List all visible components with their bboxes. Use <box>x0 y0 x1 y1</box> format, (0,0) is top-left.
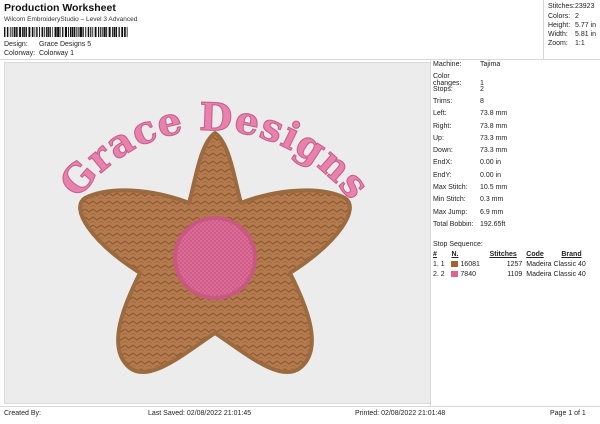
stop-sequence-table: # N. Stitches Code Brand 1. 1 16081 1257… <box>431 250 599 279</box>
divider <box>0 59 600 60</box>
machine-label: EndY: <box>433 171 452 179</box>
divider <box>0 406 600 407</box>
divider <box>430 60 431 406</box>
machine-label: Up: <box>433 134 444 142</box>
machine-label: Max Jump: <box>433 208 468 216</box>
stitch-count: 1109 <box>507 270 523 278</box>
machine-label: Total Bobbin: <box>433 220 474 228</box>
barcode <box>4 27 128 37</box>
color-swatch <box>451 270 459 277</box>
created-by: Created By: <box>4 410 41 417</box>
stat-label: Zoom: <box>548 40 568 47</box>
col-header: # <box>433 251 437 258</box>
machine-row: Max Stitch: 10.5 mm <box>433 184 507 193</box>
machine-value: 10.5 mm <box>480 184 508 191</box>
colorway-value: Colorway 1 <box>38 50 74 57</box>
machine-value: 0.00 in <box>480 159 502 167</box>
stat-width: Width: 5.81 in <box>548 31 596 38</box>
machine-label: Stops: <box>433 85 453 93</box>
machine-value: 0.00 in <box>480 171 502 179</box>
machine-row: Total Bobbin: 192.65ft <box>433 221 505 230</box>
table-header-row: # N. Stitches Code Brand <box>431 250 599 259</box>
machine-row: Down: 73.3 mm <box>433 147 507 156</box>
colorway-label: Colorway: <box>4 50 36 57</box>
stat-label: Width: <box>548 31 568 38</box>
machine-row: EndX: 0.00 in <box>433 159 501 168</box>
machine-row: Min Stitch: 0.3 mm <box>433 196 503 205</box>
design-row: Design: Grace Designs 5 <box>4 41 91 48</box>
divider <box>543 0 544 60</box>
stat-value: 1:1 <box>575 40 585 47</box>
machine-row: Up: 73.3 mm <box>433 135 507 144</box>
thread-color: 16081 <box>449 259 487 269</box>
stat-height: Height: 5.77 in <box>548 22 596 29</box>
design-label: Design: <box>4 41 28 48</box>
machine-value: 8 <box>480 97 484 105</box>
stat-label: Stitches: <box>548 3 575 10</box>
machine-row: EndY: 0.00 in <box>433 172 501 181</box>
table-row: 1. 1 16081 1257 Madeira Classic 40 <box>431 259 599 269</box>
thread-brand: Madeira Classic 40 <box>526 270 586 278</box>
machine-value: Tajima <box>480 61 501 68</box>
machine-label: EndX: <box>433 159 453 167</box>
stitch-count: 1257 <box>506 260 523 268</box>
printed-date: Printed: 02/08/2022 21:01:48 <box>355 410 446 417</box>
last-saved: Last Saved: 02/08/2022 21:01:45 <box>148 410 252 417</box>
machine-label: Machine: <box>433 61 462 68</box>
machine-row: Color changes: 1 <box>433 73 484 87</box>
thread-brand: Madeira Classic 40 <box>526 260 586 268</box>
machine-value: 73.8 mm <box>480 122 508 130</box>
page-number: Page 1 of 1 <box>550 410 586 417</box>
col-header: N. <box>451 251 459 258</box>
machine-value: 2 <box>480 85 484 93</box>
embroidery-design: Grace Designs <box>50 93 379 375</box>
software-name: Wilcom EmbroideryStudio – Level 3 Advanc… <box>4 16 138 23</box>
col-header: Brand <box>561 251 582 258</box>
stat-colors: Colors: 2 <box>548 13 579 20</box>
machine-row: Trims: 8 <box>433 98 484 107</box>
flower-center <box>173 216 257 300</box>
worksheet-title: Production Worksheet <box>4 2 116 14</box>
col-header: Code <box>526 251 544 258</box>
stat-zoom: Zoom: 1:1 <box>548 40 585 47</box>
machine-value: 0.3 mm <box>480 196 504 204</box>
stop-sequence-title: Stop Sequence: <box>433 241 483 248</box>
stat-value: 5.81 in <box>575 31 597 38</box>
colorway-row: Colorway: Colorway 1 <box>4 50 74 57</box>
color-swatch <box>451 260 459 267</box>
machine-label: Left: <box>433 110 447 118</box>
machine-value: 6.9 mm <box>480 208 504 216</box>
stat-stitches: Stitches:23923 <box>548 3 594 10</box>
machine-row: Stops: 2 <box>433 86 484 95</box>
machine-label: Down: <box>433 147 453 155</box>
machine-label: Max Stitch: <box>433 184 468 191</box>
col-header: Stitches <box>489 251 517 258</box>
machine-label: Min Stitch: <box>433 196 466 204</box>
stat-value: 23923 <box>575 3 595 10</box>
table-row: 2. 2 7840 1109 Madeira Classic 40 <box>431 269 599 279</box>
design-preview: Grace Designs <box>4 62 431 404</box>
machine-row: Max Jump: 6.9 mm <box>433 209 503 218</box>
machine-row: Right: 73.8 mm <box>433 123 507 132</box>
stat-value: 2 <box>575 13 579 20</box>
machine-row: Left: 73.8 mm <box>433 110 507 119</box>
machine-value: 73.8 mm <box>480 110 508 118</box>
stat-value: 5.77 in <box>575 22 597 29</box>
stat-label: Colors: <box>548 13 571 20</box>
machine-row: Machine: Tajima <box>433 61 500 70</box>
design-value: Grace Designs 5 <box>38 41 92 48</box>
machine-value: 192.65ft <box>480 220 506 228</box>
row-number: 2. 2 <box>433 270 445 278</box>
machine-value: 73.3 mm <box>480 134 508 142</box>
machine-label: Right: <box>433 122 452 130</box>
stat-label: Height: <box>548 22 571 29</box>
thread-color: 7840 <box>449 269 487 279</box>
machine-value: 73.3 mm <box>480 147 508 155</box>
machine-label: Trims: <box>433 97 453 105</box>
row-number: 1. 1 <box>433 260 445 268</box>
